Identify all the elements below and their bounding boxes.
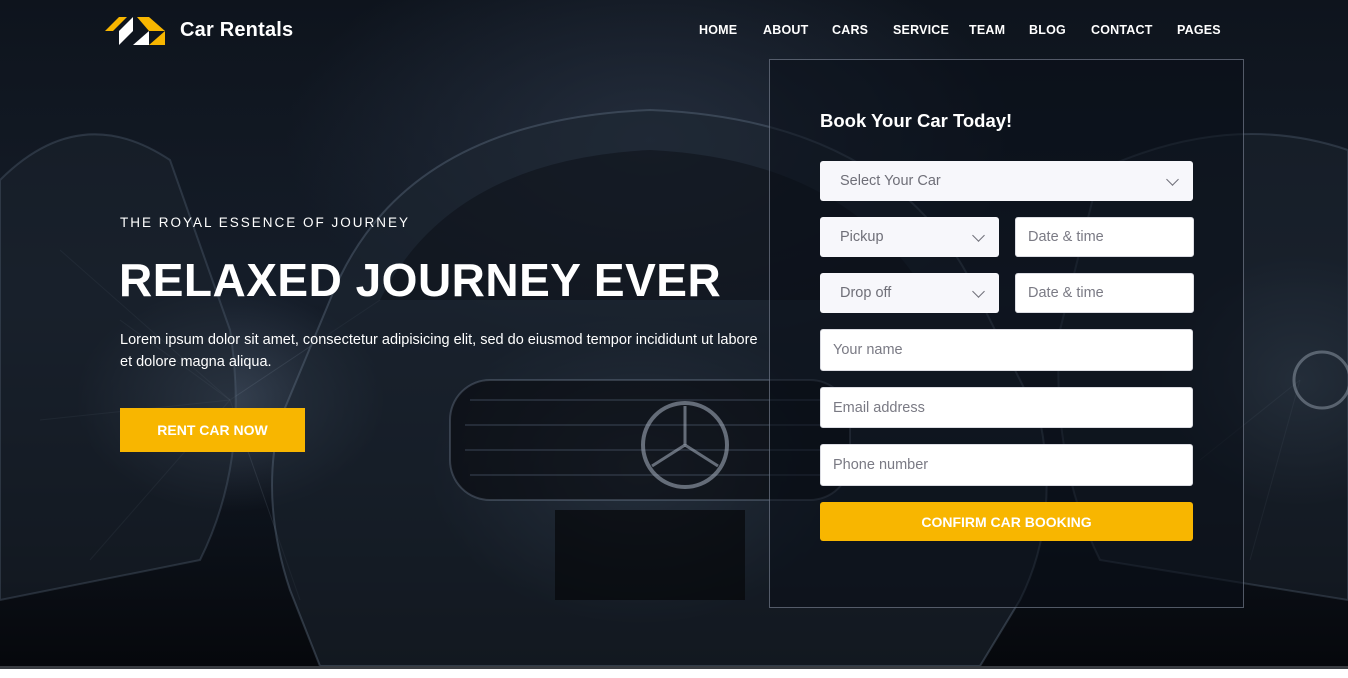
booking-title: Book Your Car Today! — [820, 110, 1013, 131]
pickup-select-value: Pickup — [840, 229, 884, 245]
email-input[interactable] — [820, 387, 1193, 428]
dropoff-datetime-input[interactable] — [1015, 273, 1194, 313]
confirm-booking-button[interactable]: CONFIRM CAR BOOKING — [820, 502, 1193, 541]
nav-home[interactable]: HOME — [699, 23, 737, 37]
chevron-down-icon — [972, 285, 985, 298]
nav-cars[interactable]: CARS — [832, 23, 868, 37]
pickup-select[interactable]: Pickup — [820, 217, 999, 257]
car-select[interactable]: Select Your Car — [820, 161, 1193, 201]
nav-about[interactable]: ABOUT — [763, 23, 808, 37]
nav-contact[interactable]: CONTACT — [1091, 23, 1153, 37]
nav-blog[interactable]: BLOG — [1029, 23, 1066, 37]
brand-name[interactable]: Car Rentals — [180, 19, 293, 42]
nav-pages[interactable]: PAGES — [1177, 23, 1221, 37]
chevron-down-icon — [972, 229, 985, 242]
dropoff-select[interactable]: Drop off — [820, 273, 999, 313]
hero-headline: RELAXED JOURNEY EVER — [119, 254, 722, 306]
car-select-value: Select Your Car — [840, 173, 941, 189]
nav-service[interactable]: SERVICE — [893, 23, 949, 37]
rent-car-now-button[interactable]: RENT CAR NOW — [120, 408, 305, 452]
hero-description: Lorem ipsum dolor sit amet, consectetur … — [120, 332, 758, 370]
dropoff-select-value: Drop off — [840, 285, 892, 301]
nav-team[interactable]: TEAM — [969, 23, 1005, 37]
name-input[interactable] — [820, 329, 1193, 371]
phone-input[interactable] — [820, 444, 1193, 486]
chevron-down-icon — [1166, 173, 1179, 186]
hero-tagline: THE ROYAL ESSENCE OF JOURNEY — [120, 215, 411, 230]
pickup-datetime-input[interactable] — [1015, 217, 1194, 257]
bottom-divider — [0, 666, 1348, 678]
logo-mark-icon[interactable] — [105, 15, 165, 47]
